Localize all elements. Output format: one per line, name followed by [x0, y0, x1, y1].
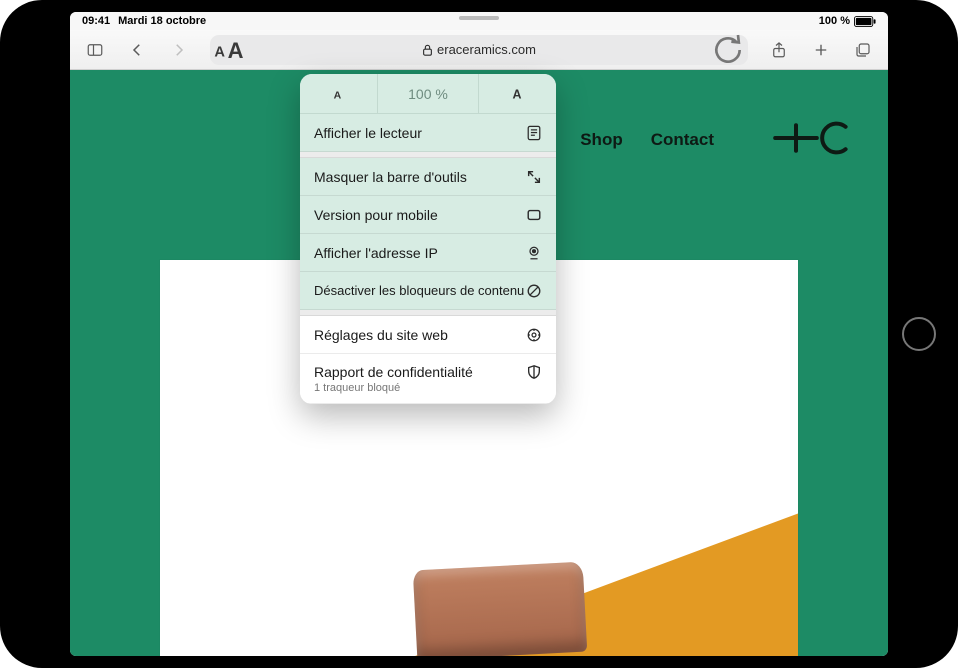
back-button[interactable] — [120, 35, 154, 65]
privacy-subtitle: 1 traqueur bloqué — [314, 382, 400, 394]
shield-icon — [526, 364, 542, 380]
zoom-in-button[interactable]: A — [479, 74, 556, 113]
rectangle-icon — [526, 207, 542, 223]
ipad-frame: 09:41 Mardi 18 octobre 100 % — [0, 0, 958, 668]
menu-hide-toolbar[interactable]: Masquer la barre d'outils — [300, 158, 556, 196]
zoom-value: 100 % — [378, 74, 479, 113]
address-field[interactable]: AA eraceramics.com — [210, 35, 748, 65]
svg-text:A: A — [334, 89, 342, 101]
svg-text:A: A — [214, 45, 225, 61]
tabs-button[interactable] — [846, 35, 880, 65]
share-button[interactable] — [762, 35, 796, 65]
forward-button[interactable] — [162, 35, 196, 65]
menu-show-ip[interactable]: Afficher l'adresse IP — [300, 234, 556, 272]
status-time: 09:41 — [82, 15, 110, 27]
gear-icon — [526, 327, 542, 343]
pin-icon — [526, 245, 542, 261]
status-date: Mardi 18 octobre — [118, 15, 206, 27]
svg-text:A: A — [228, 38, 244, 62]
address-url: eraceramics.com — [210, 42, 748, 57]
status-bar: 09:41 Mardi 18 octobre 100 % — [70, 12, 888, 30]
site-logo-icon[interactable] — [772, 118, 852, 163]
site-nav-contact[interactable]: Contact — [651, 130, 714, 150]
zoom-out-button[interactable]: A — [300, 74, 378, 113]
reload-button[interactable] — [708, 35, 748, 65]
aa-popover: A 100 % A Afficher le lecteur Masquer la… — [300, 74, 556, 404]
multitask-grabber-icon[interactable] — [459, 16, 499, 20]
screen: 09:41 Mardi 18 octobre 100 % — [70, 12, 888, 656]
home-button[interactable] — [902, 317, 936, 351]
clay-block-image — [413, 562, 587, 656]
expand-icon — [526, 169, 542, 185]
reader-icon — [526, 125, 542, 141]
menu-privacy-report[interactable]: Rapport de confidentialité 1 traqueur bl… — [300, 354, 556, 404]
menu-site-settings[interactable]: Réglages du site web — [300, 316, 556, 354]
noblock-icon — [526, 283, 542, 299]
sidebar-button[interactable] — [78, 35, 112, 65]
menu-mobile-version[interactable]: Version pour mobile — [300, 196, 556, 234]
site-nav-shop[interactable]: Shop — [580, 130, 623, 150]
aa-menu-button[interactable]: AA — [210, 35, 254, 65]
safari-toolbar: AA eraceramics.com — [70, 30, 888, 70]
menu-show-reader[interactable]: Afficher le lecteur — [300, 114, 556, 152]
battery-icon — [854, 16, 876, 27]
new-tab-button[interactable] — [804, 35, 838, 65]
svg-text:A: A — [512, 87, 521, 100]
menu-disable-blockers[interactable]: Désactiver les bloqueurs de contenu — [300, 272, 556, 310]
battery-text: 100 % — [819, 15, 850, 27]
lock-icon — [422, 44, 433, 56]
